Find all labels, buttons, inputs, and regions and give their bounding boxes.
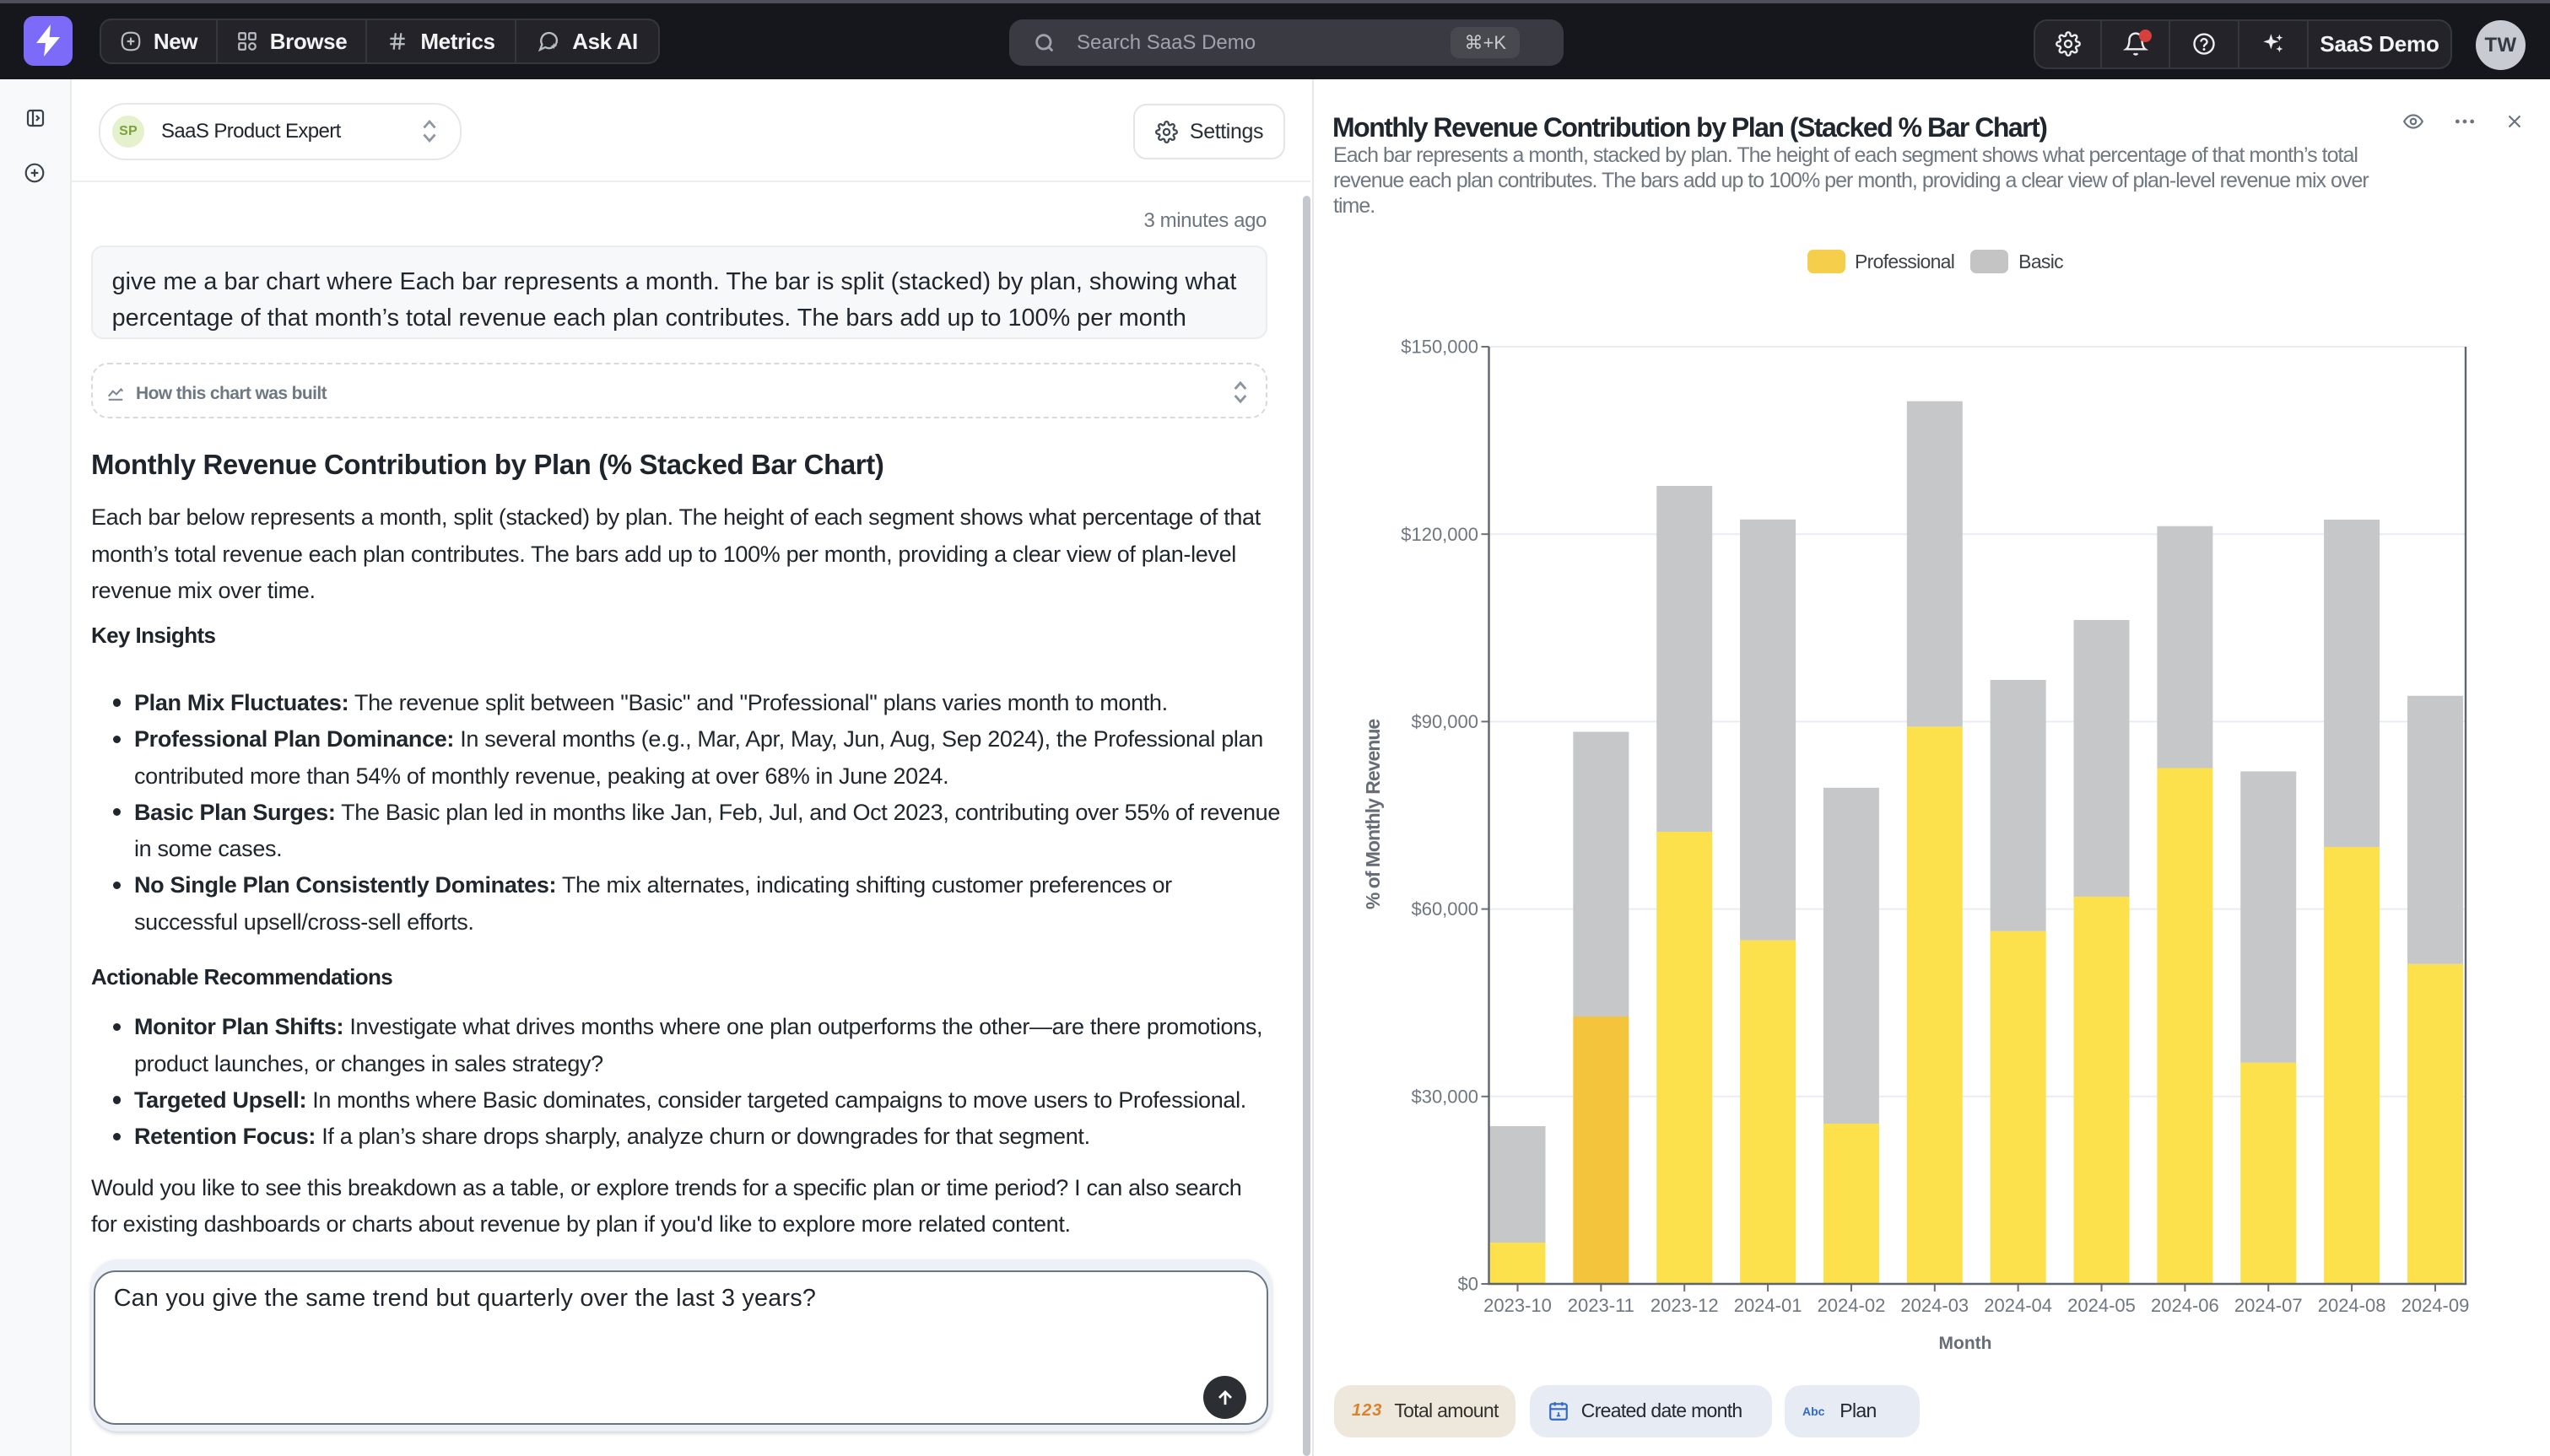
svg-text:2023-11: 2023-11 — [1568, 1295, 1634, 1316]
svg-text:$0: $0 — [1458, 1274, 1478, 1295]
svg-text:$120,000: $120,000 — [1401, 524, 1478, 545]
svg-text:2024-07: 2024-07 — [2234, 1295, 2303, 1316]
svg-text:2024-08: 2024-08 — [2318, 1295, 2386, 1316]
svg-text:2024-01: 2024-01 — [1734, 1295, 1802, 1316]
svg-text:$150,000: $150,000 — [1401, 337, 1478, 358]
svg-text:$90,000: $90,000 — [1411, 711, 1478, 732]
svg-text:2024-04: 2024-04 — [1984, 1295, 2052, 1316]
svg-text:2024-02: 2024-02 — [1818, 1295, 1886, 1316]
svg-text:Abc: Abc — [1802, 1405, 1825, 1418]
svg-text:2024-09: 2024-09 — [2401, 1295, 2470, 1316]
svg-text:2024-05: 2024-05 — [2067, 1295, 2136, 1316]
svg-text:2024-03: 2024-03 — [1900, 1295, 1969, 1316]
svg-text:2023-12: 2023-12 — [1650, 1295, 1719, 1316]
svg-text:$60,000: $60,000 — [1411, 898, 1478, 919]
svg-text:2023-10: 2023-10 — [1483, 1295, 1552, 1316]
svg-text:2024-06: 2024-06 — [2151, 1295, 2219, 1316]
svg-text:% of Monthly Revenue: % of Monthly Revenue — [1362, 720, 1384, 910]
svg-text:Month: Month — [1939, 1334, 1992, 1353]
svg-text:$30,000: $30,000 — [1411, 1086, 1478, 1107]
